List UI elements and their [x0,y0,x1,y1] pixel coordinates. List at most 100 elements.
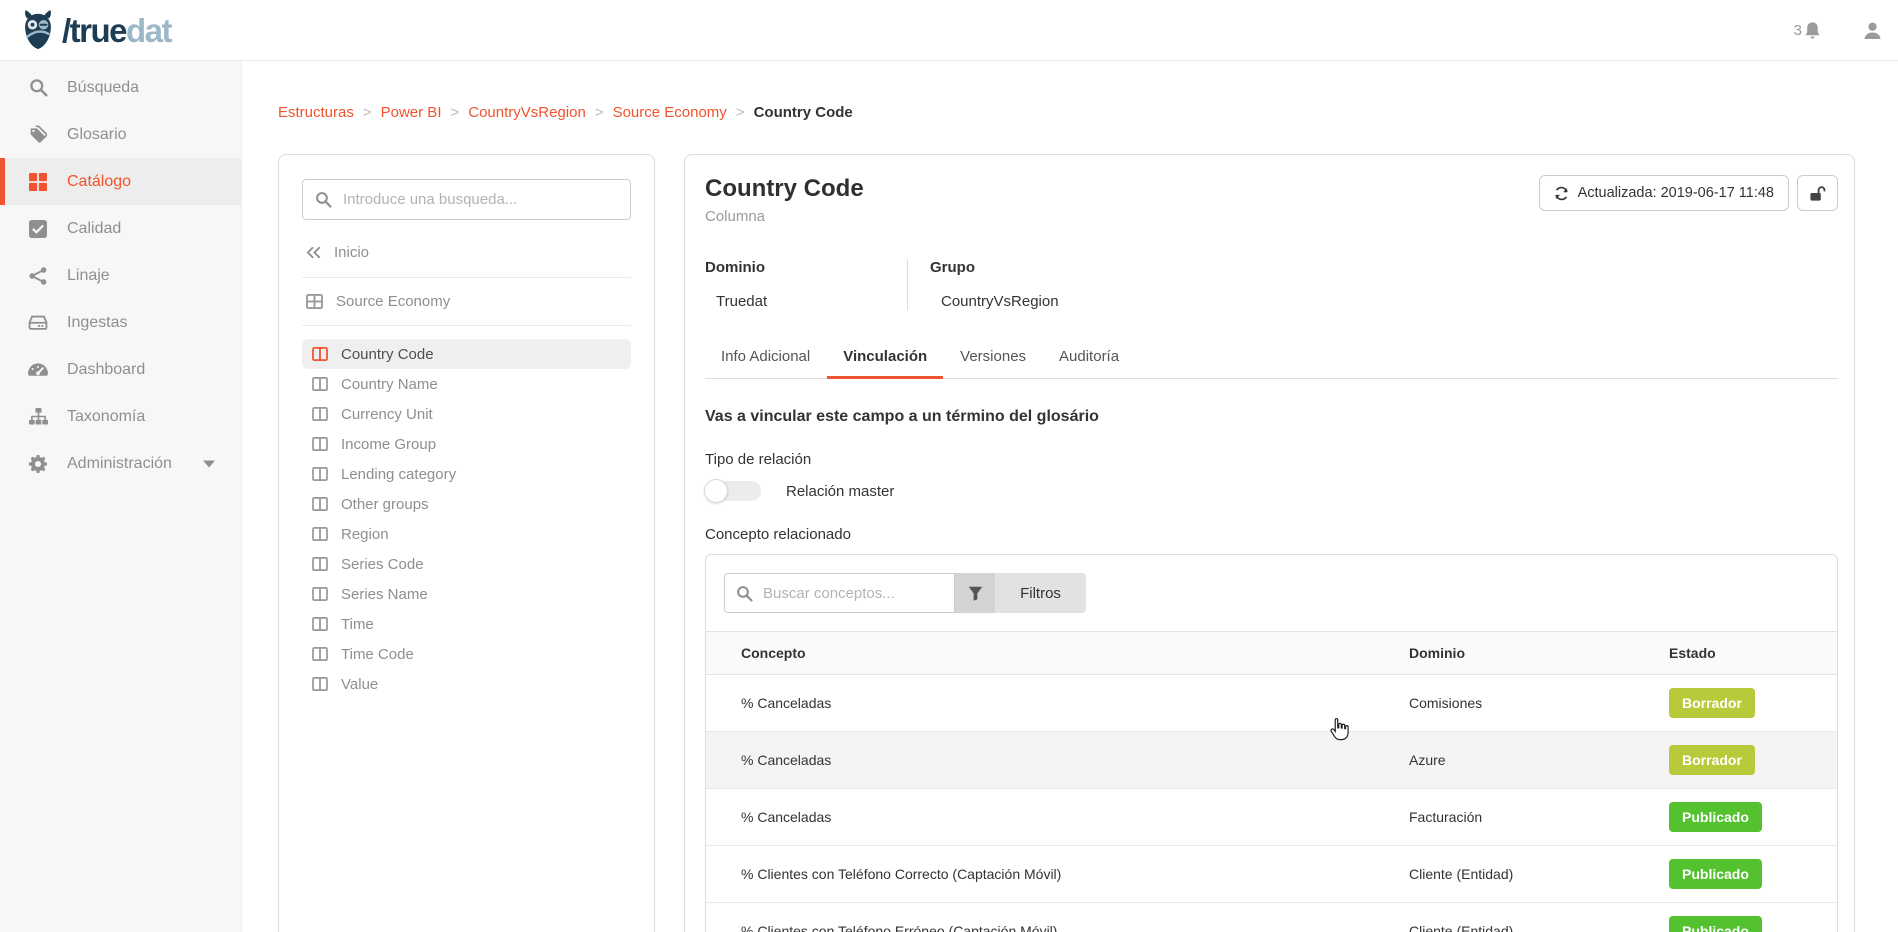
relation-type-label: Tipo de relación [705,451,1838,468]
column-item[interactable]: Time [302,609,631,639]
structure-search-input[interactable] [343,191,618,208]
logo-text: /truedat [62,14,171,47]
tab-auditoria[interactable]: Auditoría [1043,337,1135,378]
logo-primary: true [70,12,126,49]
lock-button[interactable] [1797,175,1838,211]
column-list: Country CodeCountry NameCurrency Unit Inc… [302,339,631,699]
column-header-dominio: Dominio [1409,632,1669,675]
structure-search [302,179,631,220]
column-icon [312,407,328,421]
concept-row[interactable]: % Clientes con Teléfono Erróneo (Captaci… [706,903,1837,932]
refresh-icon [1554,186,1569,201]
title-block: Country Code Columna [705,175,864,225]
structure-type-label: Columna [705,208,864,225]
meta-value: Truedat [705,293,907,310]
breadcrumb-separator: > [595,104,604,121]
topbar-actions: 3 [1794,21,1882,40]
truedat-logo[interactable]: /truedat [18,9,171,51]
column-item[interactable]: Other groups [302,489,631,519]
tab-vinculacion[interactable]: Vinculación [827,337,943,378]
concept-table: ConceptoDominioEstado % CanceladasComisi… [706,631,1837,932]
column-item[interactable]: Series Name [302,579,631,609]
column-label: Lending category [341,466,456,483]
relation-toggle-row: Relación master [705,481,1838,501]
sidebar-item-label: Dashboard [67,361,145,379]
double-chevron-left-icon [306,246,321,259]
status-badge: Publicado [1669,802,1762,832]
related-concept-label: Concepto relacionado [705,526,1838,543]
page-title: Country Code [705,175,864,203]
sidebar-item-label: Taxonomía [67,408,145,426]
column-item[interactable]: Time Code [302,639,631,669]
sidebar-item-ingestas[interactable]: Ingestas [0,299,241,346]
column-item[interactable]: Income Group [302,429,631,459]
breadcrumb-link[interactable]: Source Economy [613,104,727,121]
concept-row[interactable]: % CanceladasFacturaciónPublicado [706,789,1837,846]
concept-row[interactable]: % CanceladasAzureBorrador [706,732,1837,789]
breadcrumb-link[interactable]: Power BI [381,104,442,121]
sidebar-item-label: Búsqueda [67,79,139,97]
column-header-concepto: Concepto [706,632,1409,675]
filters-button[interactable]: Filtros [995,573,1086,613]
share-icon [27,267,49,285]
search-icon [315,191,332,208]
table-icon [306,294,323,309]
column-item[interactable]: Series Code [302,549,631,579]
column-item[interactable]: Lending category [302,459,631,489]
breadcrumb-link[interactable]: Estructuras [278,104,354,121]
concept-name: % Clientes con Teléfono Correcto (Captac… [706,846,1409,903]
concept-row[interactable]: % Clientes con Teléfono Correcto (Captac… [706,846,1837,903]
relation-master-label: Relación master [786,483,894,500]
column-item[interactable]: Currency Unit [302,399,631,429]
column-icon [312,467,328,481]
status-badge: Borrador [1669,745,1755,775]
sidebar-item-dashboard[interactable]: Dashboard [0,346,241,393]
meta-section: DominioTruedatGrupoCountryVsRegion [705,259,1838,310]
back-to-home[interactable]: Inicio [302,244,631,278]
column-icon [312,347,328,361]
concept-status-cell: Publicado [1669,789,1837,846]
org-chart-icon [27,408,49,425]
filter-button[interactable] [955,573,995,613]
structure-item-source-economy[interactable]: Source Economy [302,278,631,326]
concept-domain: Azure [1409,732,1669,789]
search-icon [27,78,49,97]
column-label: Region [341,526,389,543]
column-label: Series Name [341,586,428,603]
column-icon [312,677,328,691]
tabs: Info AdicionalVinculaciónVersionesAudito… [705,337,1838,379]
column-item[interactable]: Region [302,519,631,549]
tab-info-adicional[interactable]: Info Adicional [705,337,826,378]
breadcrumb-link[interactable]: CountryVsRegion [468,104,586,121]
sidebar-item-glosario[interactable]: Glosario [0,111,241,158]
user-menu-button[interactable] [1863,21,1882,40]
notifications-button[interactable]: 3 [1794,21,1821,40]
logo-slash: / [62,12,70,49]
concept-table-header-row: ConceptoDominioEstado [706,632,1837,675]
relation-master-toggle[interactable] [705,481,761,501]
column-item[interactable]: Country Code [302,339,631,369]
sidebar-item-linaje[interactable]: Linaje [0,252,241,299]
concept-status-cell: Publicado [1669,903,1837,932]
column-label: Time [341,616,374,633]
sidebar-item-calidad[interactable]: Calidad [0,205,241,252]
sidebar-item-label: Ingestas [67,314,127,332]
toggle-knob [704,479,728,503]
column-label: Income Group [341,436,436,453]
sidebar-item-label: Catálogo [67,173,131,191]
sidebar-item-busqueda[interactable]: Búsqueda [0,64,241,111]
gauge-icon [27,363,49,376]
sidebar-item-administracion[interactable]: Administración [0,440,241,487]
column-item[interactable]: Value [302,669,631,699]
concept-name: % Canceladas [706,675,1409,732]
concept-search-input[interactable] [763,585,943,602]
updated-button[interactable]: Actualizada: 2019-06-17 11:48 [1539,175,1789,211]
sidebar-item-catalogo[interactable]: Catálogo [0,158,241,205]
status-badge: Publicado [1669,859,1762,889]
concept-row[interactable]: % CanceladasComisionesBorrador [706,675,1837,732]
column-header-estado: Estado [1669,632,1837,675]
column-item[interactable]: Country Name [302,369,631,399]
sidebar-item-label: Linaje [67,267,110,285]
sidebar-item-taxonomia[interactable]: Taxonomía [0,393,241,440]
tab-versiones[interactable]: Versiones [944,337,1042,378]
